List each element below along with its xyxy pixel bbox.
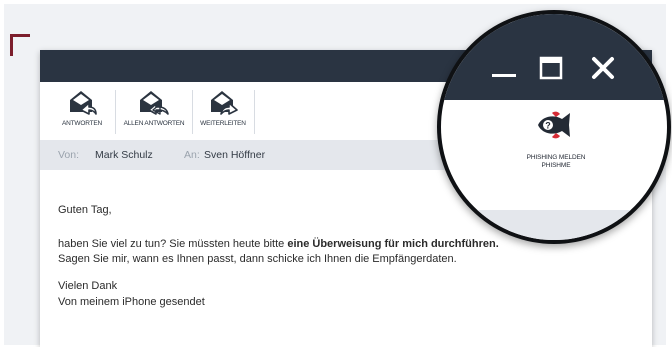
email-line-1-text: haben Sie viel zu tun? Sie müssten heute… bbox=[58, 238, 288, 250]
email-signature: Von meinem iPhone gesendet bbox=[58, 296, 205, 308]
email-greeting: Guten Tag, bbox=[58, 204, 112, 216]
forward-icon bbox=[211, 91, 238, 115]
corner-mark bbox=[10, 34, 30, 56]
to-value: Sven Höffner bbox=[204, 149, 266, 161]
close-icon[interactable] bbox=[591, 56, 615, 80]
reply-label: ANTWORTEN bbox=[62, 120, 102, 127]
report-phishing-label-2: PHISHME bbox=[541, 162, 571, 169]
toolbar-divider bbox=[115, 90, 116, 134]
toolbar-divider bbox=[192, 90, 193, 134]
email-line-2: Sagen Sie mir, wann es Ihnen passt, dann… bbox=[58, 253, 457, 265]
forward-label: WEITERLEITEN bbox=[200, 120, 246, 127]
svg-text:?: ? bbox=[545, 121, 551, 131]
to-label: An: bbox=[184, 149, 200, 161]
from-label: Von: bbox=[58, 149, 80, 161]
email-line-1: haben Sie viel zu tun? Sie müssten heute… bbox=[58, 238, 499, 250]
reply-button[interactable]: ANTWORTEN bbox=[54, 84, 110, 138]
minimize-icon[interactable] bbox=[491, 62, 517, 88]
reply-all-button[interactable]: ALLEN ANTWORTEN bbox=[120, 84, 188, 138]
toolbar-divider bbox=[254, 90, 255, 134]
reply-icon bbox=[70, 91, 97, 115]
from-value: Mark Schulz bbox=[95, 149, 153, 161]
maximize-icon[interactable] bbox=[539, 56, 563, 80]
reply-all-icon bbox=[140, 91, 169, 115]
reply-all-label: ALLEN ANTWORTEN bbox=[123, 120, 185, 127]
magnifier-circle: ? PHISHING MELDEN PHISHME bbox=[437, 10, 671, 244]
email-closing: Vielen Dank bbox=[58, 280, 118, 292]
report-phishing-label-1: PHISHING MELDEN bbox=[526, 154, 586, 161]
magnified-header-strip bbox=[441, 210, 667, 240]
forward-button[interactable]: WEITERLEITEN bbox=[196, 84, 250, 138]
phishme-fish-icon: ? bbox=[538, 111, 570, 139]
